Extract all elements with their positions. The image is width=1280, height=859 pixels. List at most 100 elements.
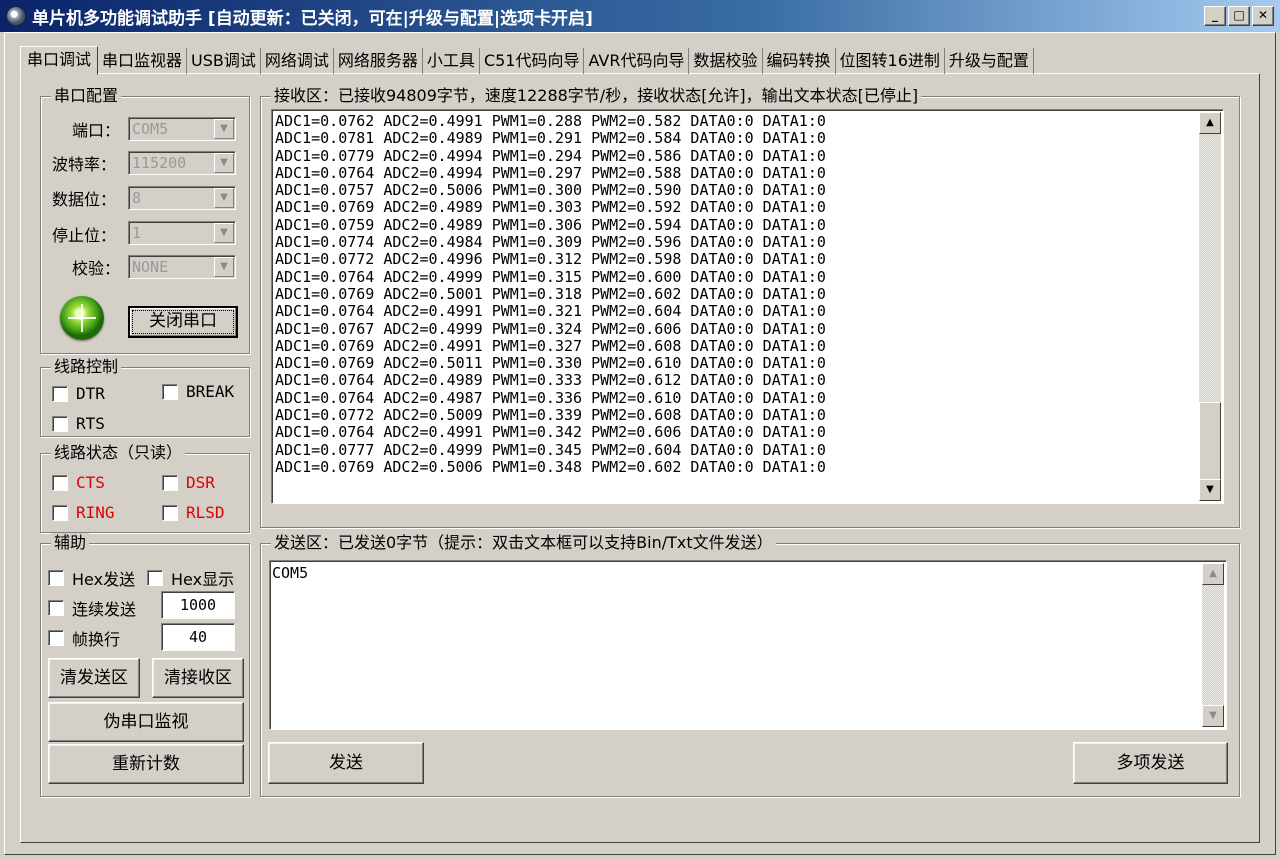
send-interval-input[interactable]: 1000	[161, 591, 235, 619]
dropdown-arrow-icon[interactable]: ▼	[214, 188, 234, 208]
send-textarea[interactable]: COM5 ▲ ▼	[269, 560, 1227, 730]
rlsd-indicator: RLSD	[162, 503, 225, 522]
tab-data-check[interactable]: 数据校验	[689, 48, 763, 74]
receive-line: ADC1=0.0772 ADC2=0.5009 PWM1=0.339 PWM2=…	[275, 406, 826, 425]
parity-value: NONE	[132, 258, 169, 276]
tab-serial-debug[interactable]: 串口调试	[20, 46, 99, 75]
cts-indicator: CTS	[52, 473, 105, 492]
checkbox-box[interactable]	[52, 415, 68, 432]
tab-network-server[interactable]: 网络服务器	[334, 48, 423, 74]
tab-bitmap-hex[interactable]: 位图转16进制	[836, 48, 945, 74]
hex-send-checkbox[interactable]: Hex发送	[48, 566, 135, 590]
baud-label: 波特率：	[52, 155, 117, 174]
serial-config-title: 串口配置	[51, 86, 122, 106]
port-label: 端口：	[72, 121, 121, 140]
clear-receive-button[interactable]: 清接收区	[152, 658, 244, 698]
tab-usb-debug[interactable]: USB调试	[187, 48, 261, 74]
scroll-down-icon[interactable]: ▼	[1199, 479, 1221, 501]
close-port-button[interactable]: 关闭串口	[128, 306, 238, 338]
window-title: 单片机多功能调试助手 [自动更新：已关闭，可在|升级与配置|选项卡开启]	[32, 8, 593, 29]
baud-value: 115200	[132, 154, 187, 172]
stop-bits-value: 1	[132, 224, 142, 242]
tab-avr-wizard[interactable]: AVR代码向导	[584, 48, 690, 74]
receive-line: ADC1=0.0769 ADC2=0.5006 PWM1=0.348 PWM2=…	[275, 457, 826, 476]
receive-line: ADC1=0.0764 ADC2=0.4991 PWM1=0.342 PWM2=…	[275, 423, 826, 442]
aux-title: 辅助	[51, 533, 90, 553]
send-title: 发送区：已发送0字节（提示：双击文本框可以支持Bin/Txt文件发送）	[271, 533, 776, 553]
indicator-box	[162, 474, 178, 491]
tab-encoding[interactable]: 编码转换	[763, 48, 836, 74]
receive-line: ADC1=0.0764 ADC2=0.4987 PWM1=0.336 PWM2=…	[275, 388, 826, 407]
scroll-thumb[interactable]	[1199, 402, 1221, 480]
data-bits-select[interactable]: 8 ▼	[128, 186, 236, 210]
receive-line: ADC1=0.0764 ADC2=0.4999 PWM1=0.315 PWM2=…	[275, 267, 826, 286]
checkbox-box[interactable]	[52, 385, 68, 402]
tab-network-debug[interactable]: 网络调试	[261, 48, 334, 74]
maximize-button[interactable]: □	[1228, 6, 1250, 26]
receive-line: ADC1=0.0772 ADC2=0.4996 PWM1=0.312 PWM2=…	[275, 250, 826, 269]
receive-line: ADC1=0.0779 ADC2=0.4994 PWM1=0.294 PWM2=…	[275, 146, 826, 165]
checkbox-box[interactable]	[48, 630, 64, 646]
frame-newline-checkbox[interactable]: 帧换行	[48, 626, 120, 650]
dropdown-arrow-icon[interactable]: ▼	[214, 223, 234, 243]
checkbox-box[interactable]	[48, 570, 64, 586]
receive-textarea[interactable]: ADC1=0.0762 ADC2=0.4991 PWM1=0.288 PWM2=…	[271, 109, 1224, 504]
dropdown-arrow-icon[interactable]: ▼	[214, 119, 234, 139]
indicator-box	[52, 474, 68, 491]
data-bits-label: 数据位：	[52, 190, 117, 209]
port-status-led-icon	[60, 296, 104, 340]
multi-send-button[interactable]: 多项发送	[1073, 742, 1228, 784]
receive-line: ADC1=0.0764 ADC2=0.4994 PWM1=0.297 PWM2=…	[275, 163, 826, 182]
receive-line: ADC1=0.0774 ADC2=0.4984 PWM1=0.309 PWM2=…	[275, 233, 826, 252]
scroll-down-icon[interactable]: ▼	[1202, 705, 1224, 727]
baud-select[interactable]: 115200 ▼	[128, 151, 236, 175]
checkbox-box[interactable]	[162, 383, 178, 400]
dropdown-arrow-icon[interactable]: ▼	[214, 153, 234, 173]
receive-content: ADC1=0.0762 ADC2=0.4991 PWM1=0.288 PWM2=…	[275, 112, 826, 476]
scroll-up-icon[interactable]: ▲	[1202, 563, 1224, 585]
receive-line: ADC1=0.0762 ADC2=0.4991 PWM1=0.288 PWM2=…	[275, 112, 826, 130]
receive-line: ADC1=0.0764 ADC2=0.4989 PWM1=0.333 PWM2=…	[275, 371, 826, 390]
receive-scrollbar[interactable]: ▲ ▼	[1199, 112, 1221, 501]
receive-line: ADC1=0.0777 ADC2=0.4999 PWM1=0.345 PWM2=…	[275, 440, 826, 459]
dtr-checkbox[interactable]: DTR	[52, 384, 105, 403]
checkbox-box[interactable]	[147, 570, 163, 586]
indicator-box	[52, 504, 68, 521]
line-control-title: 线路控制	[51, 357, 122, 377]
port-select[interactable]: COM5 ▼	[128, 117, 236, 141]
scroll-up-icon[interactable]: ▲	[1199, 112, 1221, 134]
hex-display-checkbox[interactable]: Hex显示	[147, 566, 234, 590]
dsr-indicator: DSR	[162, 473, 215, 492]
send-button[interactable]: 发送	[268, 742, 424, 784]
indicator-box	[162, 504, 178, 521]
close-button[interactable]: ✕	[1252, 6, 1274, 26]
receive-line: ADC1=0.0769 ADC2=0.4991 PWM1=0.327 PWM2=…	[275, 336, 826, 355]
continuous-send-checkbox[interactable]: 连续发送	[48, 596, 136, 620]
port-value: COM5	[132, 120, 169, 138]
checkbox-box[interactable]	[48, 600, 64, 616]
parity-label: 校验：	[72, 259, 121, 278]
rts-checkbox[interactable]: RTS	[52, 414, 105, 433]
clear-send-button[interactable]: 清发送区	[48, 658, 140, 698]
dropdown-arrow-icon[interactable]: ▼	[214, 257, 234, 277]
receive-line: ADC1=0.0769 ADC2=0.5001 PWM1=0.318 PWM2=…	[275, 284, 826, 303]
tab-c51-wizard[interactable]: C51代码向导	[480, 48, 585, 74]
receive-title: 接收区：已接收94809字节，速度12288字节/秒，接收状态[允许]，输出文本…	[271, 86, 922, 106]
receive-line: ADC1=0.0764 ADC2=0.4991 PWM1=0.321 PWM2=…	[275, 302, 826, 321]
frame-length-input[interactable]: 40	[161, 623, 235, 651]
data-bits-value: 8	[132, 189, 142, 207]
minimize-button[interactable]: _	[1204, 6, 1226, 26]
tab-strip: 串口调试 串口监视器 USB调试 网络调试 网络服务器 小工具 C51代码向导 …	[20, 46, 1034, 75]
tab-tools[interactable]: 小工具	[423, 48, 480, 74]
tab-serial-monitor[interactable]: 串口监视器	[98, 48, 188, 74]
stop-bits-select[interactable]: 1 ▼	[128, 221, 236, 245]
send-scrollbar[interactable]: ▲ ▼	[1202, 563, 1224, 727]
app-icon	[6, 6, 26, 26]
send-text: COM5	[272, 564, 309, 582]
break-checkbox[interactable]: BREAK	[162, 382, 234, 401]
recount-button[interactable]: 重新计数	[48, 744, 244, 784]
parity-select[interactable]: NONE ▼	[128, 255, 236, 279]
receive-line: ADC1=0.0769 ADC2=0.5011 PWM1=0.330 PWM2=…	[275, 354, 826, 373]
tab-upgrade-config[interactable]: 升级与配置	[945, 48, 1034, 74]
pseudo-monitor-button[interactable]: 伪串口监视	[48, 702, 244, 742]
